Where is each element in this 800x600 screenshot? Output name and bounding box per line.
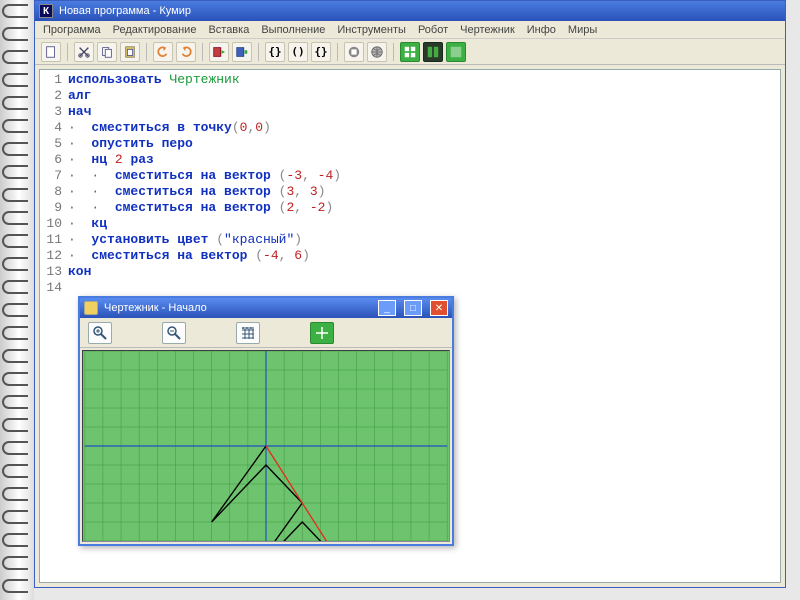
line-number: 3: [40, 104, 68, 120]
code-line[interactable]: 2алг: [40, 88, 780, 104]
code-content: кон: [68, 264, 91, 280]
brace-paren-icon[interactable]: (): [288, 42, 308, 62]
code-line[interactable]: 14: [40, 280, 780, 296]
drawer-title: Чертежник - Начало: [104, 302, 207, 314]
line-number: 2: [40, 88, 68, 104]
grid-toggle-icon[interactable]: [236, 322, 260, 344]
full-view-icon[interactable]: [446, 42, 466, 62]
grid-view-icon[interactable]: [400, 42, 420, 62]
line-number: 11: [40, 232, 68, 248]
new-file-icon[interactable]: [41, 42, 61, 62]
drawer-toolbar: [80, 318, 452, 348]
line-number: 9: [40, 200, 68, 216]
separator-icon: [258, 43, 259, 61]
menu-worlds[interactable]: Миры: [568, 24, 597, 36]
brace-close-icon[interactable]: {}: [311, 42, 331, 62]
zoom-in-icon[interactable]: [88, 322, 112, 344]
code-content: использовать Чертежник: [68, 72, 240, 88]
line-number: 7: [40, 168, 68, 184]
menu-robot[interactable]: Робот: [418, 24, 448, 36]
code-content: · опустить перо: [68, 136, 193, 152]
line-number: 13: [40, 264, 68, 280]
menu-drawer[interactable]: Чертежник: [460, 24, 515, 36]
center-icon[interactable]: [310, 322, 334, 344]
zoom-out-icon[interactable]: [162, 322, 186, 344]
drawer-window: Чертежник - Начало _ □ ✕: [78, 296, 454, 546]
maximize-button[interactable]: □: [404, 300, 422, 316]
titlebar: К Новая программа - Кумир: [35, 1, 785, 21]
notebook-spiral: for (let i=0;i<26;i++) document.write('<…: [0, 0, 34, 600]
cut-icon[interactable]: [74, 42, 94, 62]
code-line[interactable]: 12· сместиться на вектор (-4, 6): [40, 248, 780, 264]
separator-icon: [337, 43, 338, 61]
canvas-svg: [83, 351, 449, 541]
line-number: 10: [40, 216, 68, 232]
brace-open-icon[interactable]: {}: [265, 42, 285, 62]
paste-icon[interactable]: [120, 42, 140, 62]
code-content: · сместиться в точку(0,0): [68, 120, 271, 136]
redo-icon[interactable]: [176, 42, 196, 62]
step-icon[interactable]: [232, 42, 252, 62]
close-button[interactable]: ✕: [430, 300, 448, 316]
code-line[interactable]: 7· · сместиться на вектор (-3, -4): [40, 168, 780, 184]
split-view-icon[interactable]: [423, 42, 443, 62]
code-line[interactable]: 4· сместиться в точку(0,0): [40, 120, 780, 136]
code-line[interactable]: 10· кц: [40, 216, 780, 232]
code-line[interactable]: 8· · сместиться на вектор (3, 3): [40, 184, 780, 200]
line-number: 12: [40, 248, 68, 264]
app-icon: К: [39, 4, 53, 18]
menu-run[interactable]: Выполнение: [261, 24, 325, 36]
line-number: 6: [40, 152, 68, 168]
window-title: Новая программа - Кумир: [59, 5, 191, 17]
run-icon[interactable]: [209, 42, 229, 62]
code-line[interactable]: 13кон: [40, 264, 780, 280]
code-line[interactable]: 9· · сместиться на вектор (2, -2): [40, 200, 780, 216]
code-content: · · сместиться на вектор (3, 3): [68, 184, 326, 200]
line-number: 5: [40, 136, 68, 152]
code-content: · · сместиться на вектор (2, -2): [68, 200, 333, 216]
line-number: 4: [40, 120, 68, 136]
code-content: алг: [68, 88, 91, 104]
separator-icon: [393, 43, 394, 61]
menu-edit[interactable]: Редактирование: [113, 24, 197, 36]
toolbar: {} () {}: [35, 39, 785, 65]
separator-icon: [202, 43, 203, 61]
code-content: · кц: [68, 216, 107, 232]
code-content: · установить цвет ("красный"): [68, 232, 302, 248]
menu-info[interactable]: Инфо: [527, 24, 556, 36]
line-number: 1: [40, 72, 68, 88]
stop-icon[interactable]: [344, 42, 364, 62]
line-number: 8: [40, 184, 68, 200]
minimize-button[interactable]: _: [378, 300, 396, 316]
separator-icon: [67, 43, 68, 61]
drawer-titlebar[interactable]: Чертежник - Начало _ □ ✕: [80, 298, 452, 318]
code-content: нач: [68, 104, 91, 120]
code-line[interactable]: 3нач: [40, 104, 780, 120]
menu-tools[interactable]: Инструменты: [337, 24, 406, 36]
menu-program[interactable]: Программа: [43, 24, 101, 36]
code-line[interactable]: 6· нц 2 раз: [40, 152, 780, 168]
line-number: 14: [40, 280, 68, 296]
separator-icon: [146, 43, 147, 61]
menubar: Программа Редактирование Вставка Выполне…: [35, 21, 785, 39]
drawer-icon: [84, 301, 98, 315]
code-line[interactable]: 5· опустить перо: [40, 136, 780, 152]
drawing-canvas[interactable]: [82, 350, 450, 542]
code-line[interactable]: 1использовать Чертежник: [40, 72, 780, 88]
code-content: · · сместиться на вектор (-3, -4): [68, 168, 341, 184]
menu-insert[interactable]: Вставка: [208, 24, 249, 36]
code-line[interactable]: 11· установить цвет ("красный"): [40, 232, 780, 248]
undo-icon[interactable]: [153, 42, 173, 62]
globe-icon[interactable]: [367, 42, 387, 62]
code-content: · сместиться на вектор (-4, 6): [68, 248, 310, 264]
copy-icon[interactable]: [97, 42, 117, 62]
code-content: · нц 2 раз: [68, 152, 154, 168]
